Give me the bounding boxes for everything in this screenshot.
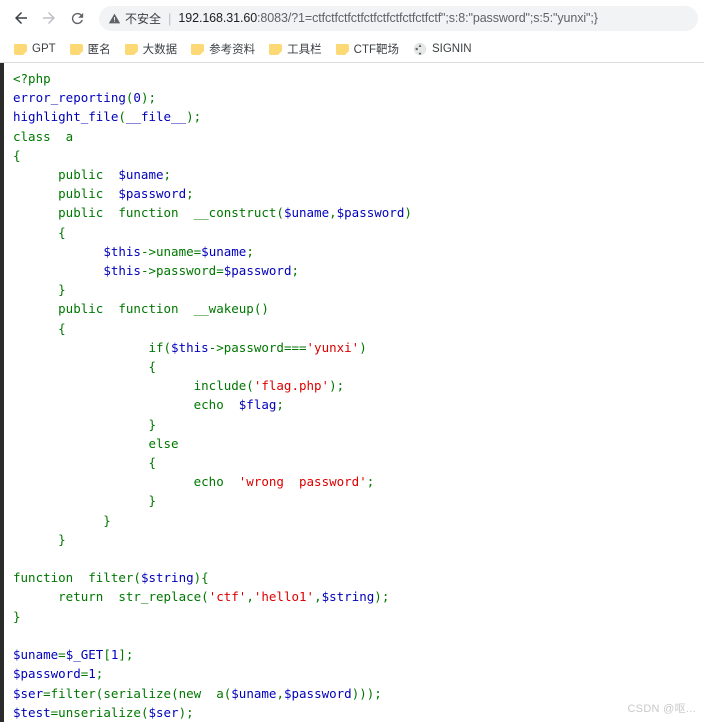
bookmark-toolbar[interactable]: 工具栏 [263, 38, 328, 60]
reload-icon [71, 12, 83, 24]
folder-icon [69, 43, 83, 55]
folder-icon [335, 43, 349, 55]
bookmark-signin[interactable]: SIGNIN [407, 38, 478, 60]
forward-arrow-icon [43, 12, 55, 24]
url-path: :8083/?1=ctfctfctfctfctfctfctfctfctfctf"… [257, 11, 598, 25]
bookmark-anonymous[interactable]: 匿名 [64, 38, 117, 60]
bookmark-label: SIGNIN [432, 43, 472, 55]
bookmark-label: GPT [32, 43, 56, 55]
url-host: 192.168.31.60 [178, 11, 258, 25]
security-status[interactable]: 不安全 [108, 10, 161, 27]
bookmark-label: 参考资料 [209, 44, 256, 56]
omnibox-separator: | [168, 10, 172, 26]
php-source-listing: <?php error_reporting(0); highlight_file… [4, 63, 704, 722]
forward-button[interactable] [36, 5, 62, 31]
folder-icon [14, 43, 27, 55]
bookmark-label: CTF靶场 [353, 44, 399, 56]
browser-chrome: 不安全 | 192.168.31.60:8083/?1=ctfctfctfctf… [0, 0, 704, 63]
csdn-watermark: CSDN @呕... [627, 703, 696, 715]
browser-toolbar: 不安全 | 192.168.31.60:8083/?1=ctfctfctfctf… [0, 0, 704, 36]
security-label: 不安全 [125, 11, 162, 26]
bookmark-references[interactable]: 参考资料 [185, 38, 261, 60]
bookmark-label: 匿名 [87, 44, 111, 56]
reload-button[interactable] [64, 5, 90, 31]
bookmark-bigdata[interactable]: 大数据 [119, 38, 184, 60]
folder-icon [124, 43, 138, 55]
bookmark-gpt[interactable]: GPT [8, 38, 62, 60]
warning-triangle-icon [108, 13, 121, 23]
back-arrow-icon [15, 12, 27, 24]
folder-icon [191, 43, 205, 55]
address-bar[interactable]: 不安全 | 192.168.31.60:8083/?1=ctfctfctfctf… [99, 5, 698, 31]
php-code: <?php error_reporting(0); highlight_file… [13, 71, 412, 720]
url-text[interactable]: 192.168.31.60:8083/?1=ctfctfctfctfctfctf… [178, 11, 688, 25]
globe-icon [414, 43, 426, 56]
folder-icon [269, 43, 283, 55]
bookmarks-bar: GPT 匿名 大数据 参考资料 工具栏 CTF靶场 SIGNIN [0, 36, 704, 62]
page-content: <?php error_reporting(0); highlight_file… [0, 63, 704, 722]
bookmark-label: 大数据 [142, 44, 178, 56]
bookmark-ctf-range[interactable]: CTF靶场 [330, 38, 405, 60]
bookmark-label: 工具栏 [287, 44, 322, 56]
back-button[interactable] [8, 5, 34, 31]
